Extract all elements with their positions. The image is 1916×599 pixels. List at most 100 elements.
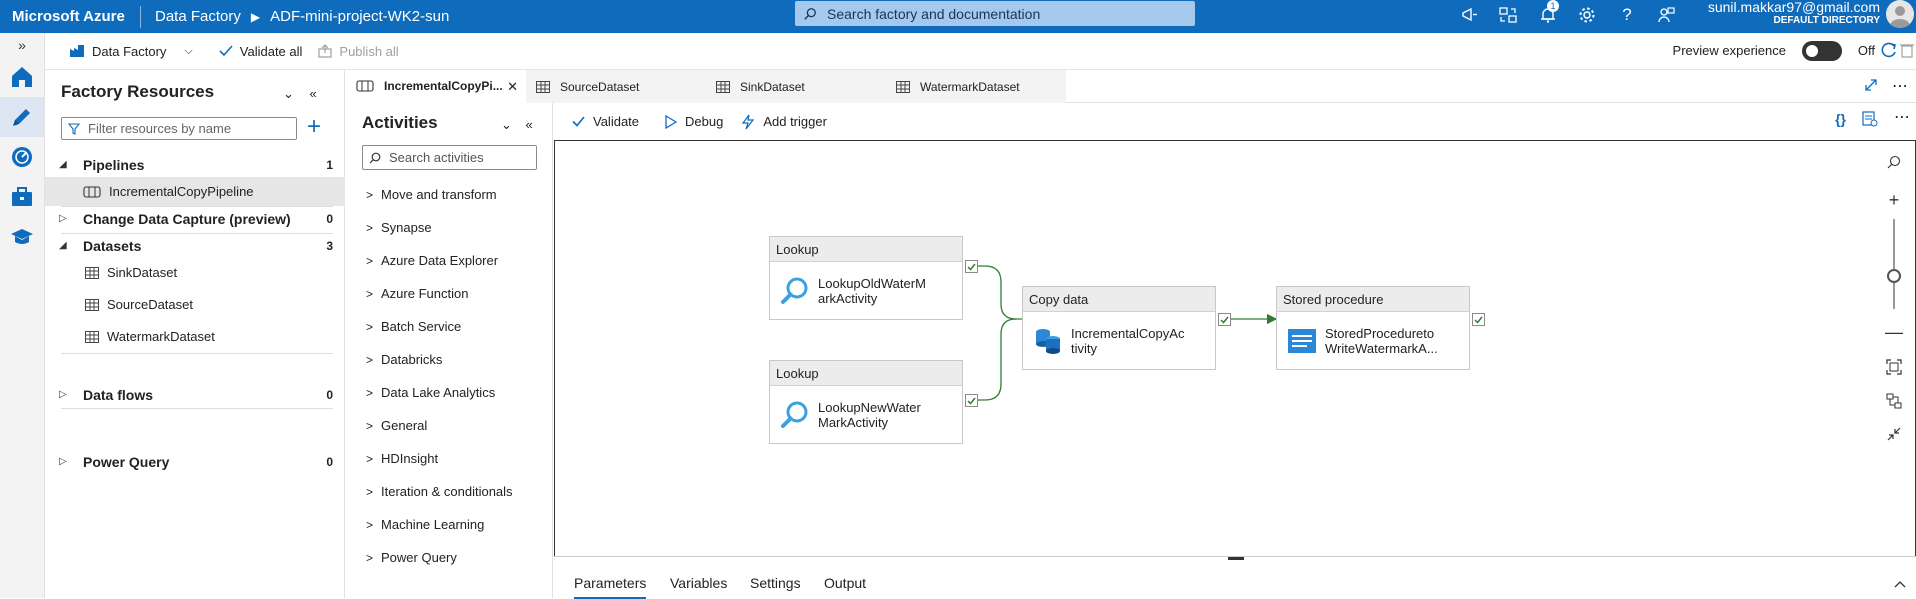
- notifications-bell-icon[interactable]: 1: [1536, 0, 1560, 27]
- success-output-checkbox[interactable]: [1472, 313, 1485, 326]
- factory-toolbar: Data Factory ⌵ Validate all Publish all …: [45, 33, 1916, 70]
- feedback-megaphone-icon[interactable]: [1458, 3, 1482, 27]
- activity-category[interactable]: > Move and transform: [366, 187, 497, 202]
- tab-label: SinkDataset: [740, 79, 805, 94]
- zoom-out-minus-icon[interactable]: —: [1872, 323, 1916, 341]
- refresh-icon[interactable]: [1880, 42, 1898, 63]
- nav-home[interactable]: [0, 57, 44, 97]
- activity-category[interactable]: > Synapse: [366, 220, 432, 235]
- resource-group-change-data-capture[interactable]: ▷ Change Data Capture (preview) 0: [45, 204, 345, 233]
- tab-parameters[interactable]: Parameters: [574, 575, 647, 599]
- breadcrumb-data-factory[interactable]: Data Factory: [149, 8, 247, 25]
- tab-watermark-dataset[interactable]: WatermarkDataset: [886, 70, 1066, 103]
- settings-gear-icon[interactable]: [1575, 3, 1599, 27]
- activity-category-label: Azure Data Explorer: [381, 253, 499, 268]
- data-factory-dropdown[interactable]: Data Factory ⌵: [69, 44, 193, 59]
- tab-source-dataset[interactable]: SourceDataset: [526, 70, 706, 103]
- tab-settings[interactable]: Settings: [750, 575, 801, 591]
- notification-count-badge: 1: [1547, 0, 1559, 12]
- activity-node-copy-data[interactable]: Copy data IncrementalCopyAc tivity: [1022, 286, 1216, 370]
- collapse-all-icon[interactable]: ⌄: [283, 86, 294, 101]
- fit-to-screen-icon[interactable]: [1872, 359, 1916, 375]
- resource-item-label: IncrementalCopyPipeline: [109, 184, 254, 199]
- checkmark-icon: [967, 263, 976, 271]
- pipeline-canvas[interactable]: Lookup LookupOldWaterM arkActivity Looku…: [554, 140, 1916, 556]
- activity-node-lookup-old[interactable]: Lookup LookupOldWaterM arkActivity: [769, 236, 963, 320]
- resource-item-incremental-copy-pipeline[interactable]: IncrementalCopyPipeline: [45, 177, 345, 206]
- zoom-slider-thumb[interactable]: [1887, 269, 1901, 283]
- resource-item-source-dataset[interactable]: SourceDataset: [45, 290, 345, 319]
- preview-experience-toggle[interactable]: [1802, 41, 1842, 61]
- nav-author[interactable]: [0, 97, 44, 137]
- search-activities-input[interactable]: Search activities: [362, 145, 537, 170]
- tab-label: IncrementalCopyPi...: [384, 78, 503, 93]
- publish-all-button[interactable]: Publish all: [318, 44, 399, 59]
- expand-rail-button[interactable]: »: [0, 33, 44, 57]
- account-info[interactable]: sunil.makkar97@gmail.com DEFAULT DIRECTO…: [1708, 0, 1880, 28]
- zoom-in-plus-icon[interactable]: +: [1872, 191, 1916, 209]
- activity-category[interactable]: > HDInsight: [366, 451, 438, 466]
- resource-group-data-flows[interactable]: ▷ Data flows 0: [45, 380, 345, 409]
- avatar[interactable]: [1886, 0, 1914, 28]
- activity-category[interactable]: > Iteration & conditionals: [366, 484, 513, 499]
- panel-resize-handle[interactable]: [1228, 557, 1244, 560]
- global-search-input[interactable]: Search factory and documentation: [795, 1, 1195, 26]
- activity-node-lookup-new[interactable]: Lookup LookupNewWater MarkActivity: [769, 360, 963, 444]
- help-question-icon[interactable]: ?: [1615, 3, 1639, 27]
- discard-trash-icon[interactable]: [1900, 42, 1914, 61]
- activity-category[interactable]: > Azure Function: [366, 286, 468, 301]
- activity-category[interactable]: > General: [366, 418, 427, 433]
- add-trigger-button[interactable]: Add trigger: [741, 114, 827, 130]
- activity-category[interactable]: > Power Query: [366, 550, 457, 565]
- expand-diagonal-icon[interactable]: [1864, 78, 1878, 97]
- tab-output[interactable]: Output: [824, 575, 866, 591]
- breadcrumb-factory-name[interactable]: ADF-mini-project-WK2-sun: [264, 8, 455, 25]
- double-chevron-left-icon[interactable]: «: [526, 117, 533, 132]
- resource-group-datasets[interactable]: ◢ Datasets 3: [45, 231, 345, 260]
- activity-category[interactable]: > Azure Data Explorer: [366, 253, 498, 268]
- breadcrumb-chevron-icon: ▶: [250, 9, 261, 24]
- switch-directory-icon[interactable]: [1496, 3, 1520, 27]
- graduation-cap-icon: [11, 229, 33, 244]
- validate-button[interactable]: Validate: [572, 114, 639, 129]
- resource-item-watermark-dataset[interactable]: WatermarkDataset: [45, 322, 345, 351]
- resource-group-pipelines[interactable]: ◢ Pipelines 1: [45, 150, 345, 179]
- activity-node-name-line: WriteWatermarkA...: [1325, 340, 1438, 356]
- activity-node-stored-procedure[interactable]: Stored procedure StoredProcedureto Write…: [1276, 286, 1470, 370]
- resource-item-sink-dataset[interactable]: SinkDataset: [45, 258, 345, 287]
- collapse-panel-controls: ⌄ «: [283, 86, 317, 102]
- nav-manage[interactable]: [0, 177, 44, 217]
- activity-category[interactable]: > Batch Service: [366, 319, 461, 334]
- add-trigger-label: Add trigger: [763, 114, 827, 129]
- debug-button[interactable]: Debug: [665, 114, 723, 129]
- chevron-up-icon[interactable]: [1894, 575, 1906, 591]
- activity-category[interactable]: > Machine Learning: [366, 517, 484, 532]
- add-resource-plus-icon[interactable]: +: [307, 113, 321, 141]
- tab-variables[interactable]: Variables: [670, 575, 727, 591]
- brand-title[interactable]: Microsoft Azure: [0, 8, 140, 25]
- collapse-all-icon[interactable]: ⌄: [501, 117, 512, 132]
- success-output-checkbox[interactable]: [965, 394, 978, 407]
- activity-category[interactable]: > Data Lake Analytics: [366, 385, 495, 400]
- collapse-diagonal-icon[interactable]: [1872, 427, 1916, 441]
- success-output-checkbox[interactable]: [1218, 313, 1231, 326]
- auto-align-icon[interactable]: [1872, 393, 1916, 409]
- activity-category[interactable]: > Databricks: [366, 352, 442, 367]
- canvas-search-icon[interactable]: [1872, 155, 1916, 169]
- more-ellipsis-icon[interactable]: ⋯: [1894, 110, 1910, 130]
- success-output-checkbox[interactable]: [965, 260, 978, 273]
- zoom-slider-track[interactable]: [1893, 219, 1895, 309]
- feedback-person-icon[interactable]: [1654, 3, 1678, 27]
- nav-learning-center[interactable]: [0, 217, 44, 257]
- filter-resources-input[interactable]: Filter resources by name: [61, 117, 297, 140]
- play-icon: [665, 114, 678, 129]
- nav-monitor[interactable]: [0, 137, 44, 177]
- tab-sink-dataset[interactable]: SinkDataset: [706, 70, 886, 103]
- double-chevron-left-icon[interactable]: «: [310, 86, 317, 101]
- code-braces-icon[interactable]: {}: [1835, 111, 1846, 130]
- validate-all-button[interactable]: Validate all: [219, 44, 302, 59]
- more-ellipsis-icon[interactable]: ⋯: [1892, 76, 1908, 96]
- properties-icon[interactable]: [1862, 111, 1878, 130]
- tab-incremental-copy-pipeline[interactable]: IncrementalCopyPi... ✕: [346, 70, 526, 103]
- close-icon[interactable]: ✕: [507, 79, 518, 95]
